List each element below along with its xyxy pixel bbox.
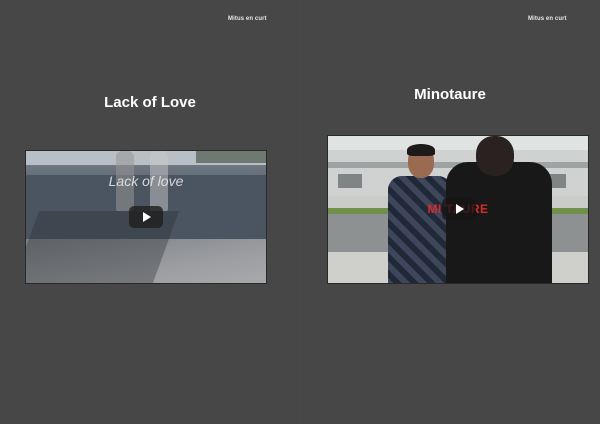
page-title: Lack of Love bbox=[104, 94, 196, 111]
brand-label: Mitus en curt bbox=[228, 16, 267, 22]
video-overlay-title: Lack of love bbox=[108, 173, 184, 189]
play-icon bbox=[456, 204, 464, 214]
play-button[interactable] bbox=[442, 198, 476, 220]
brand-label: Mitus en curt bbox=[528, 16, 567, 22]
play-button[interactable] bbox=[129, 206, 163, 228]
video-player-minotaure[interactable]: MI TAURE bbox=[327, 135, 589, 284]
play-icon bbox=[143, 212, 151, 222]
video-player-lack-of-love[interactable]: Lack of love bbox=[25, 150, 267, 284]
page-divider bbox=[299, 0, 300, 424]
page-title: Minotaure bbox=[414, 86, 486, 103]
